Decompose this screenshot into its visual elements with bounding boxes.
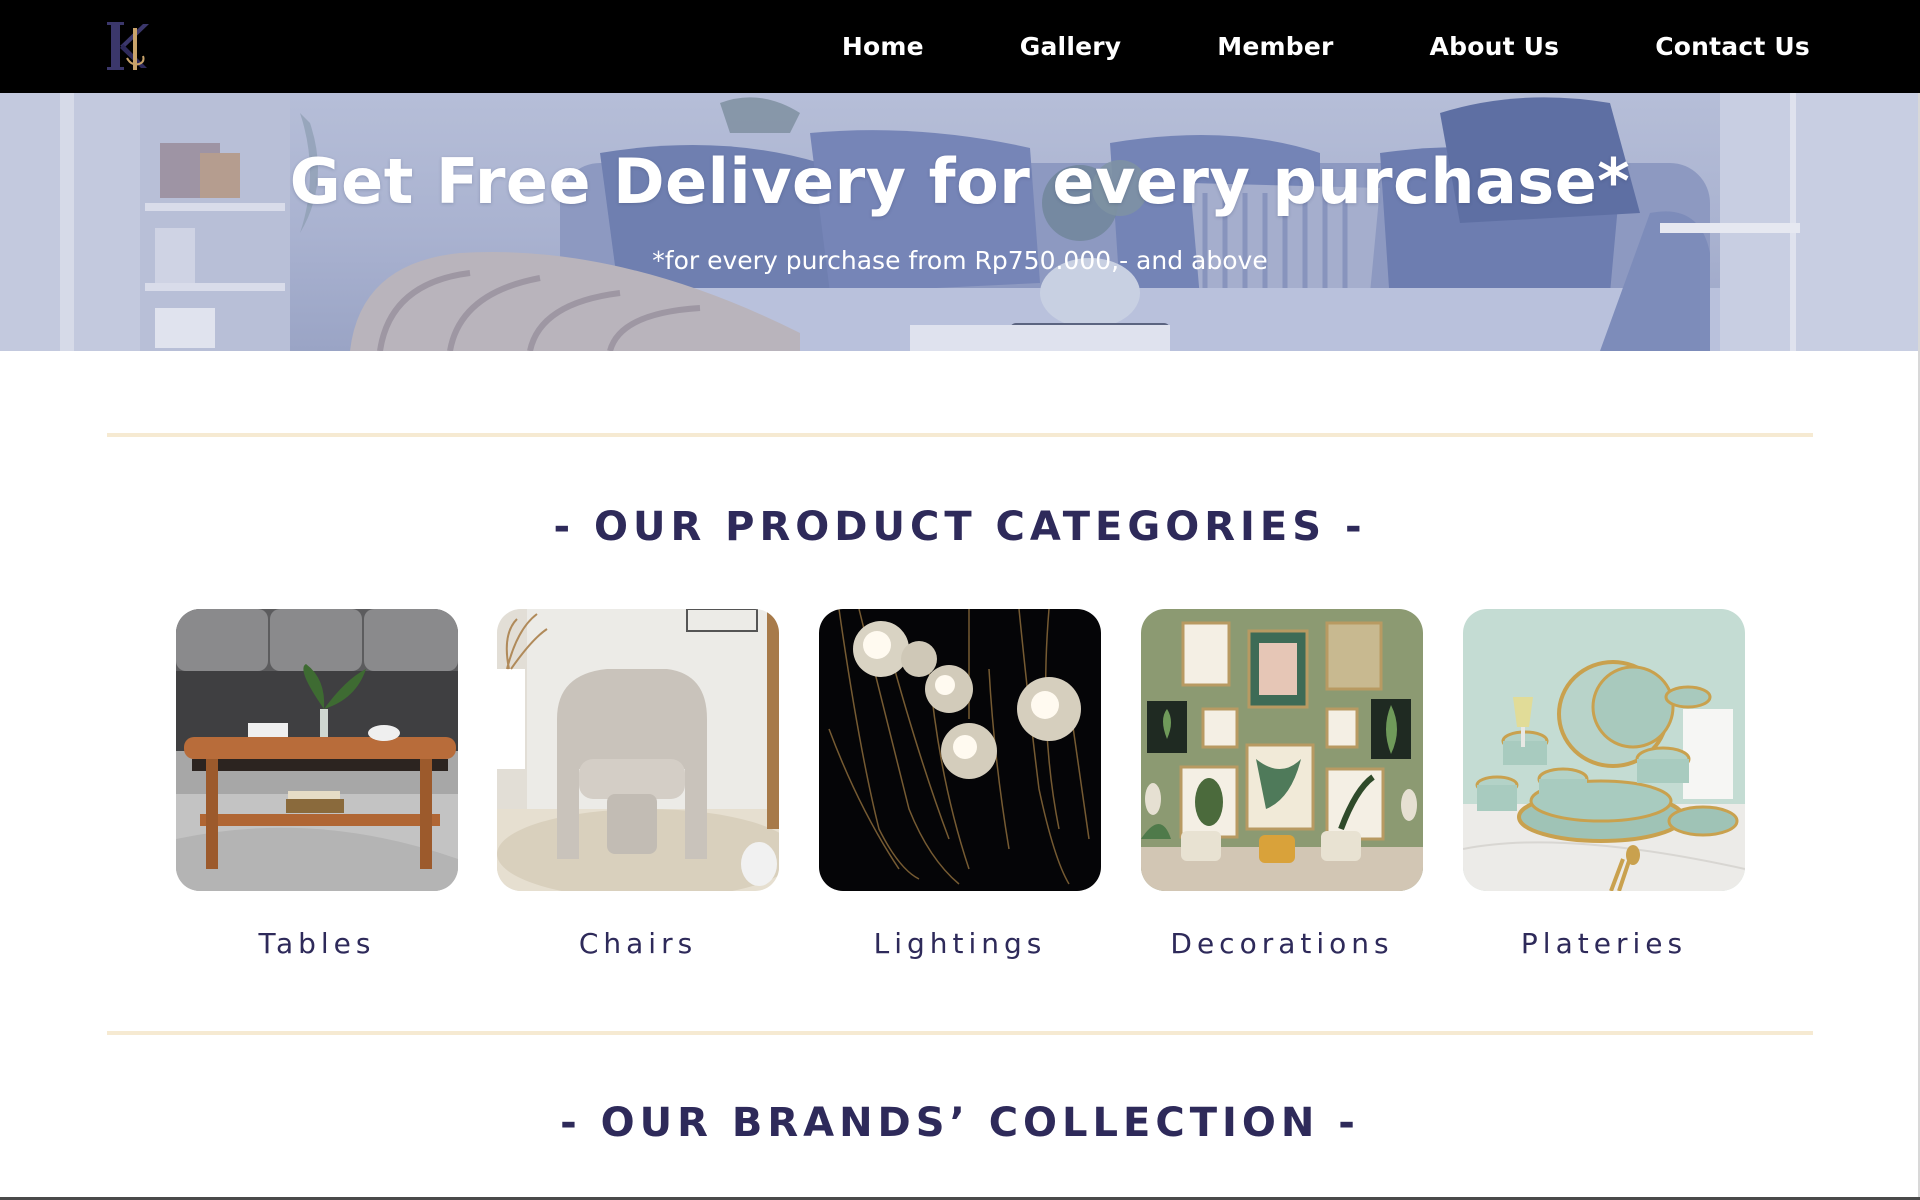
section-divider-top <box>107 433 1813 437</box>
nav-gallery-link[interactable]: Gallery <box>1020 32 1122 61</box>
table-photo-icon[interactable] <box>176 609 458 891</box>
lighting-photo-icon[interactable] <box>819 609 1101 891</box>
nav-about-link[interactable]: About Us <box>1430 32 1560 61</box>
category-card-plateries[interactable]: Plateries <box>1463 609 1745 960</box>
hero-title: Get Free Delivery for every purchase* <box>289 145 1631 218</box>
platery-photo-icon[interactable] <box>1463 609 1745 891</box>
category-label-plateries[interactable]: Plateries <box>1463 927 1745 960</box>
top-navbar: Home Gallery Member About Us Contact Us <box>0 0 1920 93</box>
category-label-tables[interactable]: Tables <box>176 927 458 960</box>
section-divider-bottom <box>107 1031 1813 1035</box>
kh-logo-icon[interactable] <box>107 20 155 72</box>
category-card-tables[interactable]: Tables <box>176 609 458 960</box>
chair-photo-icon[interactable] <box>497 609 779 891</box>
category-label-decorations[interactable]: Decorations <box>1141 927 1423 960</box>
category-card-chairs[interactable]: Chairs <box>497 609 779 960</box>
hero-subtitle: *for every purchase from Rp750.000,- and… <box>652 246 1268 275</box>
decoration-photo-icon[interactable] <box>1141 609 1423 891</box>
nav-contact-link[interactable]: Contact Us <box>1655 32 1810 61</box>
hero-banner: Get Free Delivery for every purchase* *f… <box>0 93 1920 351</box>
nav-member-link[interactable]: Member <box>1217 32 1333 61</box>
category-card-lightings[interactable]: Lightings <box>819 609 1101 960</box>
category-label-chairs[interactable]: Chairs <box>497 927 779 960</box>
nav-home-link[interactable]: Home <box>842 32 924 61</box>
category-label-lightings[interactable]: Lightings <box>819 927 1101 960</box>
hero-background-image <box>0 93 1920 351</box>
category-card-decorations[interactable]: Decorations <box>1141 609 1423 960</box>
brands-heading: - OUR BRANDS’ COLLECTION - <box>560 1100 1360 1146</box>
categories-heading: - OUR PRODUCT CATEGORIES - <box>553 504 1367 550</box>
